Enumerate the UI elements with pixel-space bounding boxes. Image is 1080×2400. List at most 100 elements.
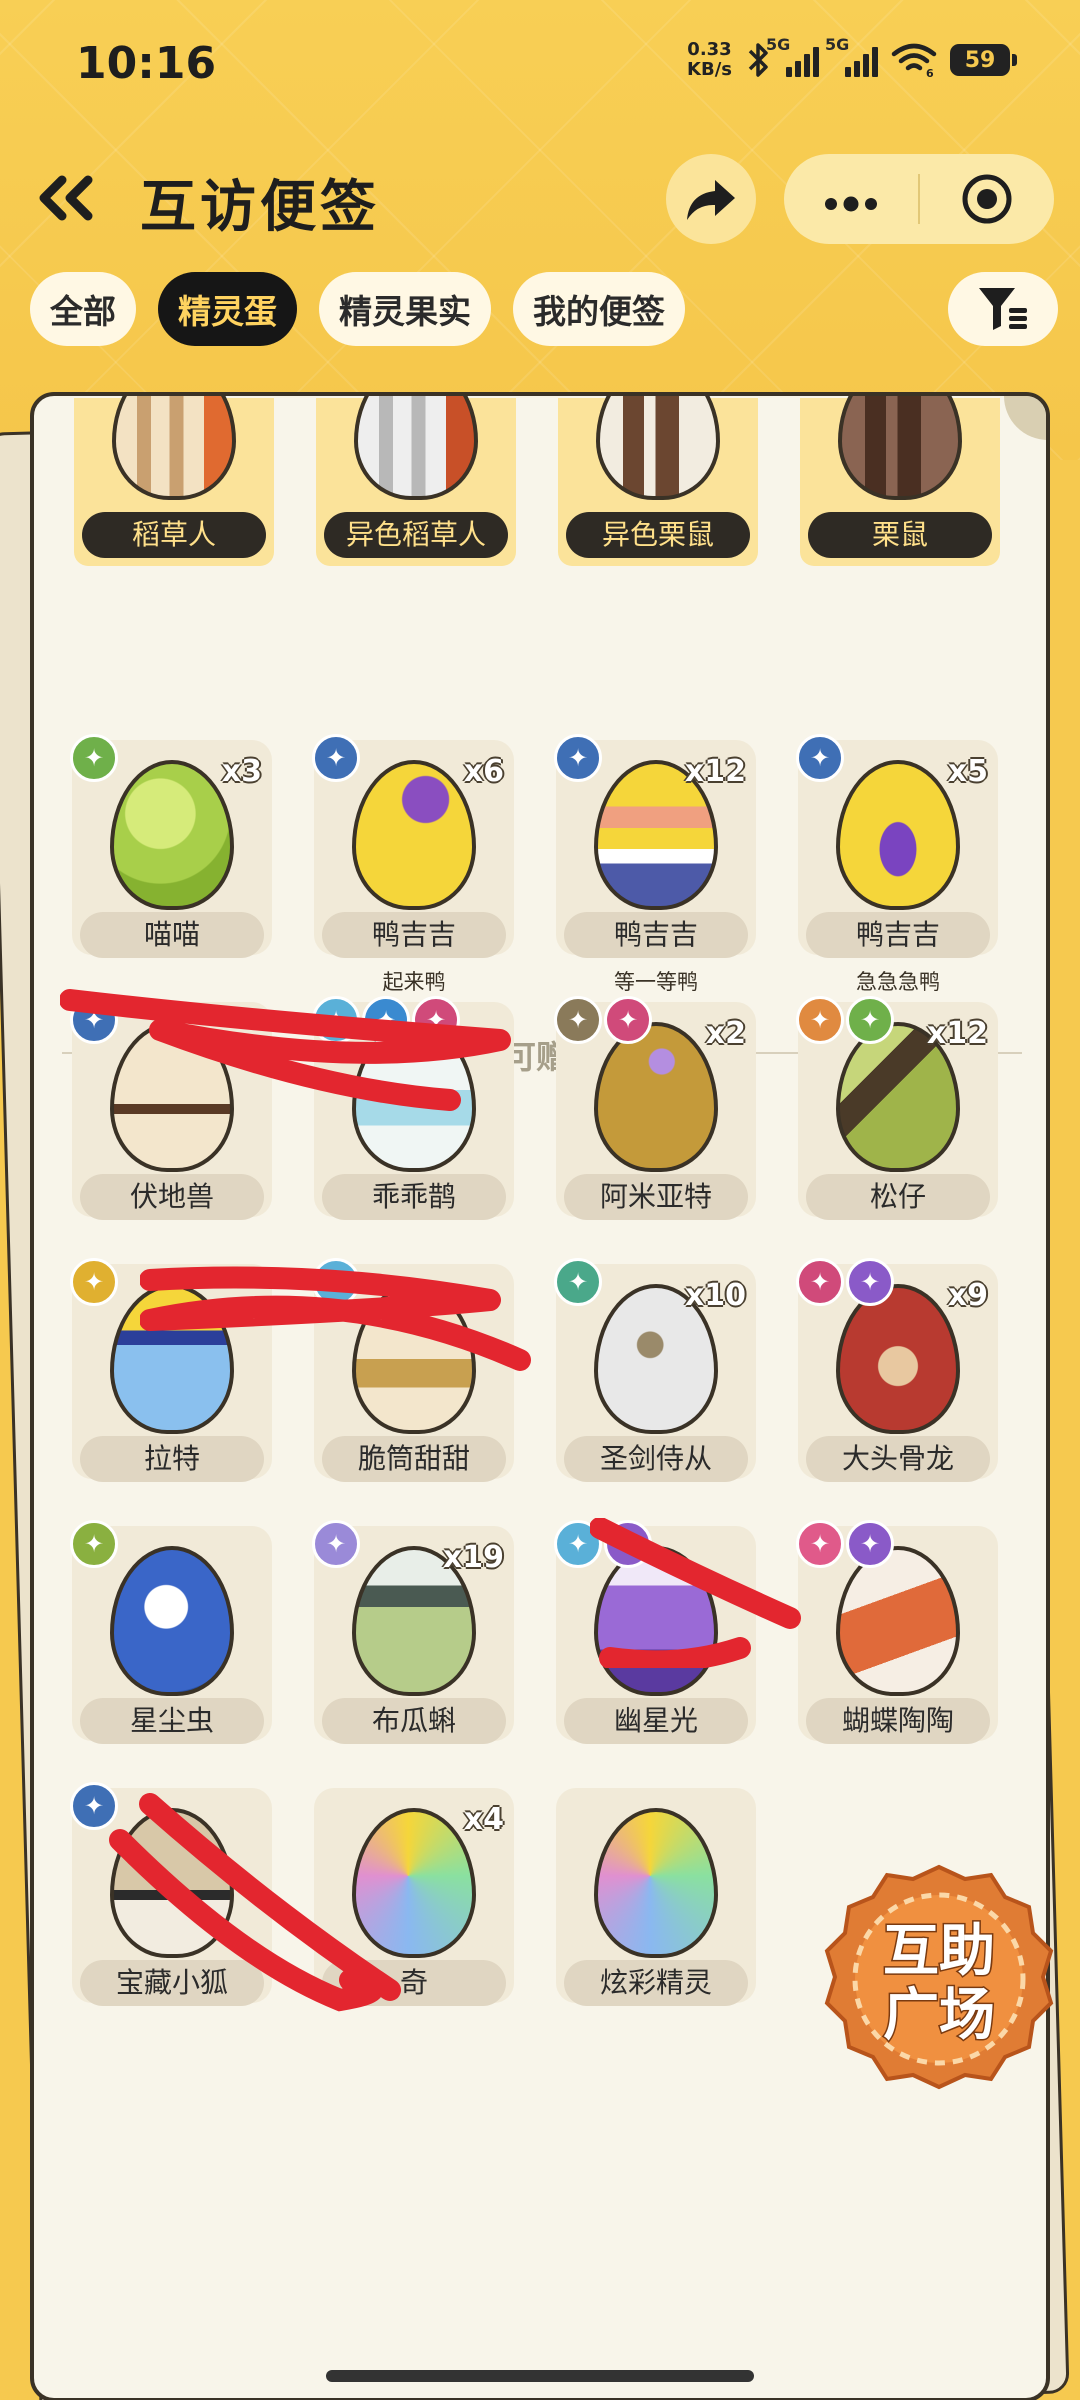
filter-button[interactable] <box>948 272 1058 346</box>
egg-variant-label: 等一等鸭 <box>614 970 698 994</box>
element-type-icon: ✦ <box>796 1520 844 1568</box>
element-type-icon: ✦ <box>846 1520 894 1568</box>
egg-name: 鸭吉吉 <box>564 912 748 958</box>
element-type-icon: ✦ <box>70 734 118 782</box>
help-plaza-badge-icon: 互助 广场 <box>824 1864 1054 2090</box>
element-type-icon: ✦ <box>846 1258 894 1306</box>
egg-name: 炫彩精灵 <box>564 1960 748 2006</box>
egg-card[interactable]: 栗鼠 <box>800 396 1000 626</box>
double-chevron-left-icon <box>39 175 93 221</box>
egg-count: x2 <box>705 1016 746 1051</box>
egg-card[interactable]: ✦ ✦ 蝴蝶陶陶 <box>796 1520 998 1746</box>
egg-card[interactable]: 异色稻草人 <box>316 396 516 626</box>
element-badges: ✦ <box>312 1258 360 1306</box>
element-badges: ✦ <box>70 734 118 782</box>
egg-name: 乖乖鹊 <box>322 1174 506 1220</box>
egg-card[interactable]: ✦ x5 鸭吉吉 急急急鸭 <box>796 734 998 994</box>
element-type-icon: ✦ <box>554 734 602 782</box>
egg-card[interactable]: ✦ 伏地兽 <box>70 996 272 1222</box>
egg-name: 鸭吉吉 <box>322 912 506 958</box>
element-type-icon: ✦ <box>796 996 844 1044</box>
share-arrow-icon <box>687 180 735 220</box>
element-type-icon: ✦ <box>312 996 360 1044</box>
element-badges: ✦ ✦ <box>554 996 652 1044</box>
svg-text:6: 6 <box>926 67 934 78</box>
element-badges: ✦ <box>554 1258 602 1306</box>
egg-name: 阿米亚特 <box>564 1174 748 1220</box>
egg-image <box>596 396 720 500</box>
egg-card[interactable]: 炫彩精灵 <box>556 1788 756 2008</box>
egg-name: 异色稻草人 <box>324 512 508 558</box>
element-type-icon: ✦ <box>412 996 460 1044</box>
egg-count: x6 <box>463 754 504 789</box>
egg-name: 松仔 <box>806 1174 990 1220</box>
element-badges: ✦ ✦ <box>796 1520 894 1568</box>
more-button[interactable] <box>784 176 918 222</box>
egg-card[interactable]: ✦ x12 鸭吉吉 等一等鸭 <box>554 734 756 994</box>
egg-card[interactable]: ✦ x19 布瓜蝌 <box>312 1520 514 1746</box>
egg-card[interactable]: ✦ 拉特 <box>70 1258 272 1484</box>
egg-card[interactable]: 稻草人 <box>74 396 274 626</box>
egg-count: x12 <box>926 1016 988 1051</box>
element-type-icon: ✦ <box>554 1520 602 1568</box>
egg-name: 布瓜蝌 <box>322 1698 506 1744</box>
home-indicator[interactable] <box>326 2370 754 2382</box>
close-program-button[interactable] <box>920 172 1054 226</box>
egg-card[interactable]: ✦ x6 鸭吉吉 起来鸭 <box>312 734 514 994</box>
tab-eggs[interactable]: 精灵蛋 <box>158 272 297 346</box>
egg-card[interactable]: ✦ ✦ x9 大头骨龙 <box>796 1258 998 1484</box>
element-badges: ✦ <box>70 1782 118 1830</box>
egg-card[interactable]: ✦ ✦ 幽星光 <box>554 1520 756 1746</box>
element-badges: ✦ <box>312 1520 360 1568</box>
owned-egg-row: 稻草人 异色稻草人 异色栗鼠 栗鼠 <box>74 396 1042 626</box>
egg-card[interactable]: 异色栗鼠 <box>558 396 758 626</box>
egg-name: 脆筒甜甜 <box>322 1436 506 1482</box>
element-badges: ✦ <box>70 1258 118 1306</box>
egg-card[interactable]: ✦ 脆筒甜甜 <box>312 1258 514 1484</box>
tab-fruits[interactable]: 精灵果实 <box>319 272 491 346</box>
element-badges: ✦ ✦ <box>554 1520 652 1568</box>
element-badges: ✦ ✦ ✦ <box>312 996 460 1044</box>
element-type-icon: ✦ <box>796 734 844 782</box>
page-title: 互访便签 <box>140 175 380 240</box>
battery-icon: 59 <box>950 44 1017 76</box>
egg-card[interactable]: ✦ ✦ x2 阿米亚特 <box>554 996 756 1222</box>
egg-name: 稻草人 <box>82 512 266 558</box>
egg-name: 星尘虫 <box>80 1698 264 1744</box>
egg-card[interactable]: ✦ x3 喵喵 <box>70 734 272 960</box>
more-dots-icon <box>825 196 877 212</box>
egg-card[interactable]: ✦ 星尘虫 <box>70 1520 272 1746</box>
egg-name: 蝴蝶陶陶 <box>806 1698 990 1744</box>
element-type-icon: ✦ <box>796 1258 844 1306</box>
egg-name: 大头骨龙 <box>806 1436 990 1482</box>
share-button[interactable] <box>666 154 756 244</box>
egg-count: x10 <box>684 1278 746 1313</box>
element-badges: ✦ ✦ <box>796 1258 894 1306</box>
status-bar: 10:16 0.33 KB/s 5G 5G 6 59 <box>0 0 1080 130</box>
element-type-icon: ✦ <box>604 996 652 1044</box>
egg-name: 栗鼠 <box>808 512 992 558</box>
title-bar: 互访便签 <box>0 150 1080 250</box>
filter-icon <box>979 288 1027 330</box>
element-badges: ✦ <box>70 1520 118 1568</box>
egg-card[interactable]: x4 奇 <box>314 1788 514 2008</box>
help-plaza-button[interactable]: 互助 广场 <box>822 1862 1056 2096</box>
svg-text:互助: 互助 <box>883 1919 995 1984</box>
element-type-icon: ✦ <box>70 1258 118 1306</box>
tab-all[interactable]: 全部 <box>30 272 136 346</box>
element-type-icon: ✦ <box>312 1258 360 1306</box>
egg-card[interactable]: ✦ ✦ x12 松仔 <box>796 996 998 1222</box>
tab-my-notes[interactable]: 我的便签 <box>513 272 685 346</box>
back-button[interactable] <box>30 168 100 228</box>
egg-card[interactable]: ✦ 宝藏小狐 <box>70 1782 272 2008</box>
egg-card[interactable]: ✦ x10 圣剑侍从 <box>554 1258 756 1484</box>
egg-image <box>838 396 962 500</box>
element-badges: ✦ ✦ <box>796 996 894 1044</box>
egg-name: 拉特 <box>80 1436 264 1482</box>
element-type-icon: ✦ <box>554 996 602 1044</box>
egg-card[interactable]: ✦ ✦ ✦ 乖乖鹊 <box>312 996 514 1222</box>
element-type-icon: ✦ <box>70 1520 118 1568</box>
element-type-icon: ✦ <box>554 1258 602 1306</box>
element-badges: ✦ <box>554 734 602 782</box>
element-type-icon: ✦ <box>846 996 894 1044</box>
